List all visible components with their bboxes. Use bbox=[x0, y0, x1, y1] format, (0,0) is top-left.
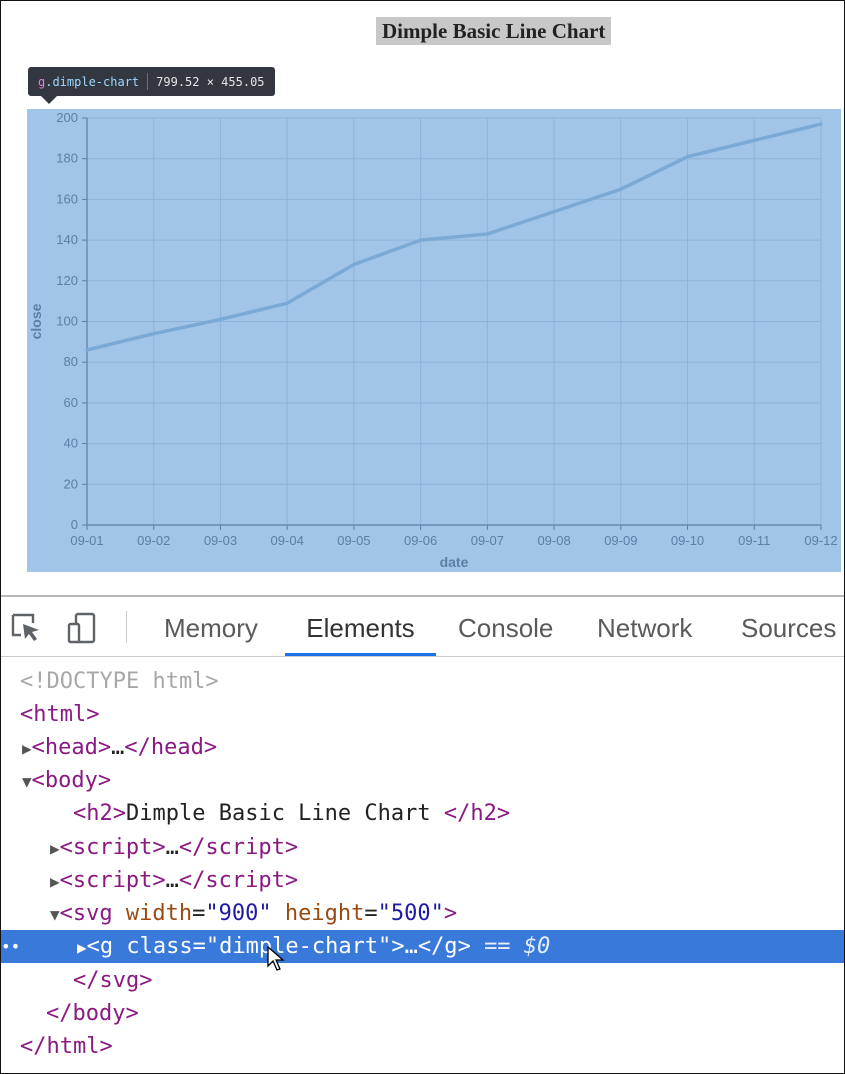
expand-triangle-icon[interactable]: ▶ bbox=[22, 739, 32, 758]
tooltip-size: 799.52 × 455.05 bbox=[156, 74, 265, 89]
screenshot-frame: Dimple Basic Line Chart 0 20 40 60 80 100 120 1… bbox=[0, 0, 845, 1074]
mouse-cursor-icon bbox=[267, 946, 285, 971]
dom-node-body[interactable]: ▼<body> bbox=[1, 764, 844, 797]
tooltip-arrow bbox=[41, 96, 57, 104]
y-tick-label: 60 bbox=[64, 395, 78, 410]
dom-node-script[interactable]: ▶<script>…</script> bbox=[1, 864, 844, 897]
device-toolbar-icon[interactable] bbox=[65, 611, 99, 645]
y-tick-label: 120 bbox=[56, 273, 78, 288]
expand-triangle-icon[interactable]: ▶ bbox=[50, 839, 60, 858]
tab-sources[interactable]: Sources bbox=[739, 597, 838, 656]
dom-node-script[interactable]: ▶<script>…</script> bbox=[1, 831, 844, 864]
x-tick-label: 09-07 bbox=[471, 533, 504, 548]
y-tick-label: 0 bbox=[71, 517, 78, 532]
x-tick-label: 09-09 bbox=[604, 533, 637, 548]
selected-node-marker: == $0 bbox=[484, 934, 551, 959]
dom-node-html[interactable]: <html> bbox=[1, 698, 844, 731]
tab-memory[interactable]: Memory bbox=[162, 597, 260, 656]
tooltip-tag: g bbox=[38, 74, 46, 89]
page-viewport: Dimple Basic Line Chart 0 20 40 60 80 100 120 1… bbox=[1, 1, 844, 595]
y-axis-title: close bbox=[28, 303, 44, 339]
x-tick-label: 09-11 bbox=[738, 533, 770, 548]
series-line bbox=[85, 122, 823, 352]
inspect-tooltip: g .dimple-chart 799.52 × 455.05 bbox=[28, 67, 275, 104]
x-tick-label: 09-08 bbox=[537, 533, 570, 548]
y-tick-label: 20 bbox=[64, 476, 78, 491]
x-tick-label: 09-05 bbox=[337, 533, 370, 548]
x-axis-title: date bbox=[440, 554, 469, 570]
y-tick-label: 180 bbox=[56, 151, 78, 166]
collapse-triangle-icon[interactable]: ▼ bbox=[50, 905, 60, 924]
dom-node-html-close[interactable]: </html> bbox=[1, 1030, 844, 1063]
dom-tree: <!DOCTYPE html> <html> ▶<head>…</head> ▼… bbox=[1, 657, 844, 1073]
y-tick-label: 100 bbox=[56, 314, 78, 329]
tab-console[interactable]: Console bbox=[456, 597, 555, 656]
dom-node-doctype[interactable]: <!DOCTYPE html> bbox=[1, 665, 844, 698]
collapse-triangle-icon[interactable]: ▼ bbox=[22, 772, 32, 791]
y-tick-label: 160 bbox=[56, 191, 78, 206]
devtools-panel: Memory Elements Console Network Sources … bbox=[1, 595, 844, 1073]
tab-elements[interactable]: Elements bbox=[285, 597, 436, 656]
dom-node-svg[interactable]: ▼<svg width="900" height="500"> bbox=[1, 897, 844, 930]
tab-network[interactable]: Network bbox=[595, 597, 694, 656]
y-tick-label: 80 bbox=[64, 354, 78, 369]
y-tick-label: 40 bbox=[64, 436, 78, 451]
expand-triangle-icon[interactable]: ▶ bbox=[50, 872, 60, 891]
x-tick-label: 09-01 bbox=[70, 533, 103, 548]
tooltip-class: .dimple-chart bbox=[45, 74, 140, 89]
dom-node-body-close[interactable]: </body> bbox=[1, 997, 844, 1030]
x-tick-label: 09-03 bbox=[204, 533, 237, 548]
dom-node-g-selected[interactable]: •• ▶<g class="dimple-chart">…</g> == $0 bbox=[1, 930, 844, 963]
inspect-element-icon[interactable] bbox=[9, 611, 43, 645]
y-tick-label: 200 bbox=[56, 110, 78, 125]
x-tick-label: 09-10 bbox=[671, 533, 704, 548]
x-tick-label: 09-06 bbox=[404, 533, 437, 548]
x-tick-label: 09-04 bbox=[271, 533, 304, 548]
dom-node-h2[interactable]: <h2>Dimple Basic Line Chart </h2> bbox=[1, 797, 844, 830]
devtools-toolbar: Memory Elements Console Network Sources bbox=[1, 597, 844, 657]
dom-node-head[interactable]: ▶<head>…</head> bbox=[1, 731, 844, 764]
expand-triangle-icon[interactable]: ▶ bbox=[77, 938, 87, 957]
more-options-icon[interactable]: •• bbox=[1, 930, 20, 963]
dom-node-svg-close[interactable]: </svg> bbox=[1, 964, 844, 997]
tooltip-separator bbox=[147, 73, 149, 90]
toolbar-divider bbox=[126, 611, 127, 643]
x-tick-label: 09-02 bbox=[137, 533, 170, 548]
y-tick-label: 140 bbox=[56, 232, 78, 247]
x-tick-label: 09-12 bbox=[804, 533, 837, 548]
